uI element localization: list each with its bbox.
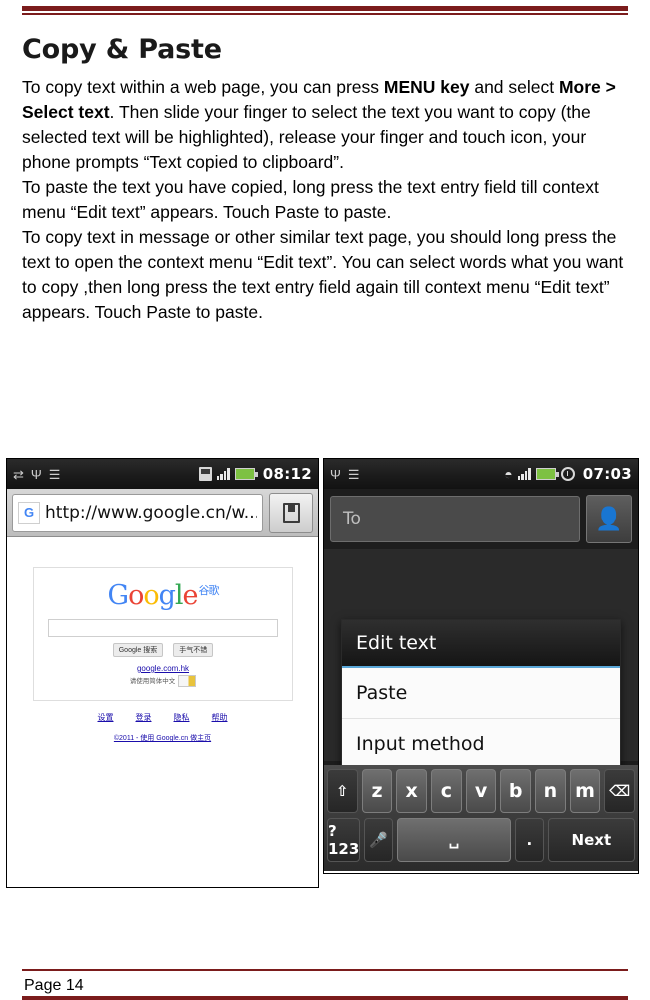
google-webpage: Google谷歌 Google 搜索 手气不错 google.com.hk 请使…	[7, 537, 318, 885]
footer-rule-thin	[22, 969, 628, 971]
screenshots-row: ⇄ Ψ ☰ 08:12 G http://www.google.cn/w...	[0, 458, 650, 888]
google-copyright: ©2011 - 使用 Google.cn 做主页	[7, 733, 318, 743]
browser-status-bar: ⇄ Ψ ☰ 08:12	[7, 459, 318, 489]
message-icon	[234, 468, 258, 480]
sd-card-icon	[198, 467, 212, 481]
signal-icon	[216, 468, 230, 480]
google-footer-link-3[interactable]: 帮助	[212, 712, 228, 723]
messaging-compose-screen: To 👤 Edit text Paste Input method ⇧ z x …	[324, 489, 638, 871]
google-logo-letter-2: o	[143, 580, 159, 611]
contact-icon: 👤	[595, 506, 623, 531]
page-footer: Page 14	[24, 977, 84, 994]
p2-seg-0: To paste the text you have copied, long …	[22, 177, 599, 222]
message-icon	[535, 468, 559, 480]
p1-seg-2: and select	[469, 77, 559, 97]
vibrate-icon: ☰	[347, 466, 360, 482]
google-hk-sub-text: 请使用简体中文	[129, 678, 176, 685]
p3-seg-0: To copy text in message or other similar…	[22, 227, 624, 322]
url-input[interactable]: G http://www.google.cn/w...	[12, 493, 263, 532]
google-logo-letter-0: G	[107, 580, 129, 611]
to-placeholder: To	[343, 509, 361, 529]
p1-seg-1: MENU key	[383, 77, 470, 97]
key-b[interactable]: b	[500, 769, 532, 813]
google-footer-link-0[interactable]: 设置	[98, 712, 114, 723]
paragraph-2: To paste the text you have copied, long …	[22, 175, 628, 225]
header-rule-thick	[22, 6, 628, 11]
google-search-input[interactable]	[48, 619, 278, 637]
google-logo: Google谷歌	[34, 580, 292, 611]
context-menu-item-paste[interactable]: Paste	[342, 668, 620, 719]
key-shift[interactable]: ⇧	[327, 769, 358, 813]
google-hk-link[interactable]: google.com.hk	[34, 664, 292, 673]
to-input[interactable]: To	[330, 496, 580, 542]
google-footer-link-2[interactable]: 隐私	[174, 712, 190, 723]
google-logo-letter-5: e	[182, 580, 199, 611]
browser-url-bar: G http://www.google.cn/w...	[7, 489, 318, 537]
paragraph-1: To copy text within a web page, you can …	[22, 75, 628, 175]
google-hk-sub: 请使用简体中文	[34, 675, 292, 688]
key-symbols[interactable]: ?123	[327, 818, 361, 862]
key-m[interactable]: m	[569, 769, 601, 813]
messaging-status-time: 07:03	[582, 465, 632, 483]
favicon-icon: G	[18, 501, 40, 524]
messaging-screenshot: Ψ ☰ ◓ 07:03 To 👤 Edit text Paste Input m…	[323, 458, 639, 874]
vibrate-icon: ☰	[48, 466, 61, 482]
bookmark-icon	[282, 502, 300, 523]
keyboard-row-2: ?123 🎤 ␣ . Next	[327, 818, 636, 862]
context-menu-item-input-method[interactable]: Input method	[342, 719, 620, 769]
key-period[interactable]: .	[515, 818, 544, 862]
onscreen-keyboard: ⇧ z x c v b n m ⌫ ?123 🎤 ␣ . Next	[324, 765, 638, 871]
contact-picker-button[interactable]: 👤	[586, 495, 632, 543]
context-menu-title: Edit text	[342, 620, 620, 668]
google-search-button[interactable]: Google 搜索	[112, 643, 164, 657]
key-microphone[interactable]: 🎤	[364, 818, 393, 862]
google-logo-suffix: 谷歌	[198, 584, 220, 597]
google-footer-link-1[interactable]: 登录	[136, 712, 152, 723]
key-next[interactable]: Next	[547, 818, 636, 862]
google-lucky-button[interactable]: 手气不错	[173, 643, 214, 657]
google-home-card: Google谷歌 Google 搜索 手气不错 google.com.hk 请使…	[33, 567, 293, 701]
document-body: Copy & Paste To copy text within a web p…	[22, 34, 628, 325]
header-rule-thin	[22, 13, 628, 15]
wifi-icon: ◓	[504, 466, 513, 482]
context-menu: Edit text Paste Input method	[341, 619, 621, 770]
signal-icon	[517, 468, 531, 480]
key-v[interactable]: v	[465, 769, 497, 813]
google-logo-letter-4: l	[174, 580, 184, 611]
key-x[interactable]: x	[396, 769, 428, 813]
keyboard-row-1: ⇧ z x c v b n m ⌫	[327, 769, 636, 813]
paragraph-3: To copy text in message or other similar…	[22, 225, 628, 325]
flag-icon	[178, 675, 197, 688]
browser-status-time: 08:12	[262, 465, 312, 483]
usb-icon: Ψ	[30, 466, 42, 482]
p1-seg-0: To copy text within a web page, you can …	[22, 77, 384, 97]
google-copyright-text: ©2011 - 使用 Google.cn 做主页	[113, 735, 212, 742]
alarm-icon	[560, 467, 575, 481]
sync-icon: ⇄	[13, 466, 24, 482]
browser-screenshot: ⇄ Ψ ☰ 08:12 G http://www.google.cn/w...	[6, 458, 319, 888]
key-c[interactable]: c	[431, 769, 462, 813]
key-z[interactable]: z	[361, 769, 393, 813]
key-space[interactable]: ␣	[396, 818, 511, 862]
url-text: http://www.google.cn/w...	[45, 502, 257, 523]
google-logo-letter-3: g	[158, 580, 176, 611]
footer-rule-thick	[22, 996, 628, 1000]
google-footer-links: 设置 登录 隐私 帮助	[7, 712, 318, 723]
to-row: To 👤	[330, 495, 632, 543]
key-backspace[interactable]: ⌫	[604, 769, 636, 813]
google-logo-letter-1: o	[128, 580, 144, 611]
usb-icon: Ψ	[330, 466, 341, 482]
key-n[interactable]: n	[535, 769, 566, 813]
page-title: Copy & Paste	[22, 34, 222, 65]
messaging-status-bar: Ψ ☰ ◓ 07:03	[324, 459, 638, 489]
google-button-row: Google 搜索 手气不错	[34, 643, 292, 657]
bookmark-button[interactable]	[269, 492, 313, 533]
